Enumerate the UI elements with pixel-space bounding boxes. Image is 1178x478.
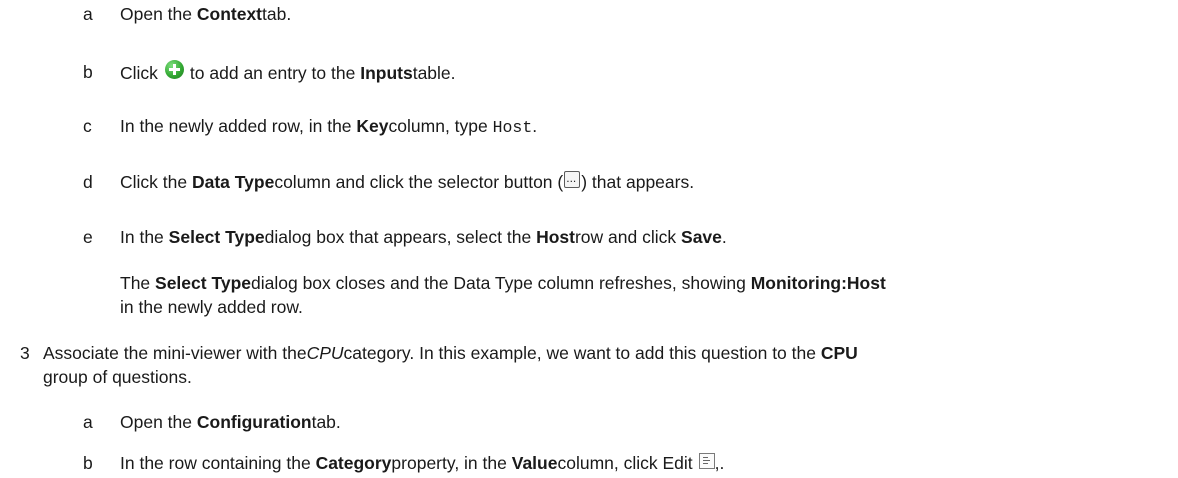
- plus-add-icon: [164, 60, 184, 79]
- ui-term: Save: [681, 227, 722, 247]
- ui-term: Context: [196, 4, 263, 24]
- step-text: ) that appears.: [581, 172, 695, 192]
- edit-list-icon: [698, 453, 715, 469]
- step-number: 3: [20, 343, 30, 363]
- step-text: property, in the: [391, 453, 507, 473]
- code-text: Host: [492, 118, 533, 137]
- ui-term: Select Type: [155, 273, 251, 293]
- substep-marker: d: [83, 172, 93, 192]
- ui-term: Key: [356, 116, 389, 136]
- step-text: Associate the mini-viewer with the: [43, 343, 307, 363]
- ui-term: Host: [536, 227, 575, 247]
- step-text: In the newly added row, in the: [120, 116, 352, 136]
- step-text: column, click Edit: [557, 453, 693, 473]
- substep-marker: e: [83, 227, 93, 247]
- note-text: in the newly added row.: [120, 297, 303, 317]
- category-name: CPU: [306, 343, 344, 363]
- step-text: In the: [120, 227, 164, 247]
- step-text: column and click the selector button (: [274, 172, 564, 192]
- ui-term: Data Type: [191, 172, 275, 192]
- step-text: category. In this example, we want to ad…: [343, 343, 816, 363]
- step-text: Open the: [120, 412, 192, 432]
- substep-marker: c: [83, 116, 92, 136]
- substep-marker: b: [83, 62, 93, 82]
- step-text: tab.: [262, 4, 292, 24]
- substep-marker: a: [83, 4, 93, 24]
- step-text: tab.: [311, 412, 341, 432]
- substep-marker: a: [83, 412, 93, 432]
- step-text: dialog box that appears, select the: [264, 227, 532, 247]
- step-text: ,.: [714, 453, 725, 473]
- step-text: Open the: [120, 4, 192, 24]
- step-text: Click: [120, 63, 158, 83]
- ui-term: Configuration: [196, 412, 312, 432]
- ui-term: CPU: [820, 343, 858, 363]
- ui-term: Category: [315, 453, 392, 473]
- substep-marker: b: [83, 453, 93, 473]
- ellipsis-selector-icon: [564, 166, 581, 190]
- ui-term: Select Type: [168, 227, 265, 247]
- step-text: column, type: [388, 116, 488, 136]
- ui-term: Inputs: [360, 63, 413, 83]
- step-text: .: [721, 227, 727, 247]
- step-text: Click the: [120, 172, 188, 192]
- ui-term: Monitoring:Host: [750, 273, 886, 293]
- note-text: dialog box closes and the Data Type colu…: [251, 273, 746, 293]
- step-text: to add an entry to the: [189, 63, 356, 83]
- document-page: a Open the Context tab. b Click to add a…: [0, 0, 1178, 478]
- step-text: .: [532, 116, 538, 136]
- step-text: row and click: [574, 227, 677, 247]
- step-text: group of questions.: [43, 367, 192, 387]
- note-text: The: [120, 273, 151, 293]
- ui-term: Value: [511, 453, 558, 473]
- step-text: In the row containing the: [120, 453, 311, 473]
- step-text: table.: [412, 63, 456, 83]
